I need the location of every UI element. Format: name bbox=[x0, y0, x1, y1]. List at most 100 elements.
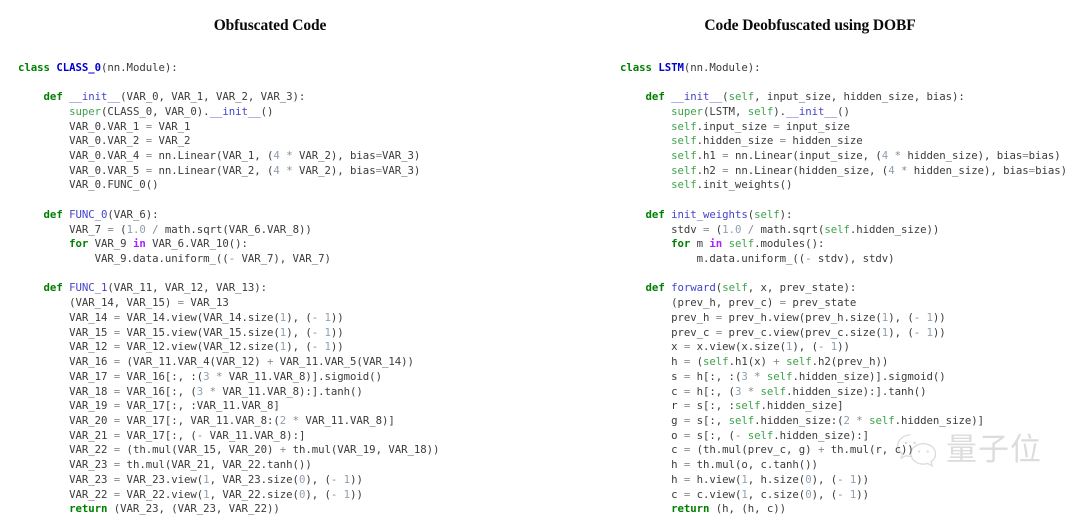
code-token: s bbox=[620, 369, 684, 383]
code-line: VAR_0.FUNC_0() bbox=[18, 178, 439, 193]
code-token: VAR_9.data.uniform_(( bbox=[18, 252, 229, 266]
code-line: self.h2 = nn.Linear(hidden_size, (4 * hi… bbox=[620, 164, 1067, 179]
code-token: )) bbox=[330, 310, 344, 324]
code-token: (th.mul(prev_c, g) bbox=[690, 443, 818, 457]
code-token: c bbox=[620, 443, 684, 457]
code-token: th.mul(VAR_19, VAR_18)) bbox=[286, 443, 440, 457]
code-line: VAR_12 = VAR_12.view(VAR_12.size(1), (- … bbox=[18, 340, 439, 355]
code-token: bias) bbox=[1035, 163, 1067, 177]
code-token: .hidden_size):] bbox=[773, 428, 870, 442]
code-line: VAR_21 = VAR_17[:, (- VAR_11.VAR_8):] bbox=[18, 429, 439, 444]
code-token: VAR_22.view( bbox=[120, 487, 204, 501]
code-token: def bbox=[43, 207, 70, 221]
code-token: self bbox=[671, 178, 697, 192]
code-token: self bbox=[728, 237, 755, 251]
code-token: VAR_7), VAR_7) bbox=[235, 252, 331, 266]
code-token: .h1 bbox=[696, 149, 723, 162]
code-token: h bbox=[620, 472, 684, 486]
panel-title-deobfuscated: Code Deobfuscated using DOBF bbox=[704, 17, 916, 34]
code-token: VAR_17 bbox=[18, 369, 114, 383]
code-token: VAR_11.VAR_8):].tanh() bbox=[215, 384, 363, 398]
code-line: stdv = (1.0 / math.sqrt(self.hidden_size… bbox=[620, 223, 1067, 238]
code-token: VAR_11.VAR_8)] bbox=[298, 413, 395, 427]
code-token: class bbox=[18, 60, 57, 74]
code-token: prev_state bbox=[786, 296, 857, 310]
code-token: __init__ bbox=[69, 90, 121, 104]
code-token: VAR_11.VAR_5(VAR_14)) bbox=[273, 355, 414, 369]
code-token: VAR_12 bbox=[18, 340, 114, 354]
code-line: h = h.view(1, h.size(0), (- 1)) bbox=[620, 473, 1067, 488]
code-token: VAR_2), bias bbox=[292, 149, 376, 162]
code-token: VAR_3) bbox=[381, 149, 421, 162]
code-token: m bbox=[690, 237, 710, 251]
code-token: VAR_17[:, ( bbox=[120, 428, 197, 442]
code-token: init_weights bbox=[671, 207, 748, 221]
code-token: return bbox=[671, 502, 710, 516]
code-line: h = th.mul(o, c.tanh()) bbox=[620, 458, 1067, 473]
code-line: super(LSTM, self).__init__() bbox=[620, 105, 1067, 120]
code-token: self bbox=[671, 119, 697, 133]
code-token: 1.0 bbox=[126, 222, 146, 236]
code-line: (VAR_14, VAR_15) = VAR_13 bbox=[18, 296, 439, 311]
code-token: self bbox=[747, 428, 774, 442]
code-token: for bbox=[671, 237, 691, 251]
code-token: self bbox=[703, 355, 729, 369]
code-token: hidden_size), bias bbox=[907, 163, 1029, 177]
code-line: VAR_0.VAR_5 = nn.Linear(VAR_2, (4 * VAR_… bbox=[18, 164, 439, 179]
code-line: return (VAR_23, (VAR_23, VAR_22)) bbox=[18, 502, 439, 517]
code-token: self bbox=[824, 222, 850, 236]
code-token: VAR_3) bbox=[381, 163, 421, 177]
code-line: VAR_17 = VAR_16[:, :(3 * VAR_11.VAR_8)].… bbox=[18, 370, 439, 385]
code-token: VAR_9 bbox=[88, 237, 133, 251]
code-token: c.view( bbox=[690, 487, 742, 501]
code-line: super(CLASS_0, VAR_0).__init__() bbox=[18, 105, 439, 120]
code-token: hidden_size), bias bbox=[900, 149, 1023, 162]
code-token: self bbox=[760, 384, 787, 398]
code-line: self.h1 = nn.Linear(input_size, (4 * hid… bbox=[620, 149, 1067, 164]
code-token: )) bbox=[932, 325, 946, 339]
code-token: , input_size, hidden_size, bias): bbox=[754, 90, 965, 104]
code-token: VAR_17[:, VAR_11.VAR_8:( bbox=[120, 413, 280, 427]
code-token: VAR_1 bbox=[152, 119, 191, 133]
code-token: (VAR_11, VAR_12, VAR_13): bbox=[107, 281, 268, 295]
code-line: VAR_18 = VAR_16[:, (3 * VAR_11.VAR_8):].… bbox=[18, 385, 439, 400]
code-line: VAR_23 = th.mul(VAR_21, VAR_22.tanh()) bbox=[18, 458, 439, 473]
code-token: nn.Linear(input_size, ( bbox=[728, 149, 882, 162]
code-line: h = (self.h1(x) + self.h2(prev_h)) bbox=[620, 355, 1067, 370]
code-token: stdv bbox=[620, 222, 703, 236]
code-token: .hidden_size:( bbox=[754, 413, 844, 427]
code-token: ), ( bbox=[286, 310, 312, 324]
code-token: s[:, : bbox=[690, 399, 735, 413]
code-line: VAR_22 = VAR_22.view(1, VAR_22.size(0), … bbox=[18, 488, 439, 503]
code-token: (VAR_11.VAR_4(VAR_12) bbox=[120, 355, 268, 369]
code-line: VAR_0.VAR_1 = VAR_1 bbox=[18, 120, 439, 135]
code-token: (th.mul(VAR_15, VAR_20) bbox=[120, 443, 280, 457]
code-token: self bbox=[722, 281, 748, 295]
code-token: )) bbox=[330, 325, 344, 339]
code-token: prev_c.view(prev_c.size( bbox=[722, 325, 882, 339]
code-token: nn.Linear(VAR_1, ( bbox=[152, 149, 274, 162]
code-line: def FUNC_1(VAR_11, VAR_12, VAR_13): bbox=[18, 281, 439, 296]
code-token: th.mul(o, c.tanh()) bbox=[690, 458, 818, 472]
code-token: VAR_17[:, :VAR_11.VAR_8] bbox=[120, 399, 280, 413]
code-token: ), ( bbox=[305, 472, 331, 486]
code-token: o bbox=[620, 428, 684, 442]
code-line: for VAR_9 in VAR_6.VAR_10(): bbox=[18, 237, 439, 252]
code-line: for m in self.modules(): bbox=[620, 237, 1067, 252]
code-token: VAR_16[:, ( bbox=[120, 384, 197, 398]
code-token: forward bbox=[671, 281, 716, 295]
code-token: ): bbox=[779, 207, 793, 221]
panel-deobfuscated: Code Deobfuscated using DOBF class LSTM(… bbox=[540, 0, 1080, 520]
code-token: for bbox=[69, 237, 89, 251]
code-token: VAR_16 bbox=[18, 355, 114, 369]
code-line: VAR_19 = VAR_17[:, :VAR_11.VAR_8] bbox=[18, 399, 439, 414]
code-token: h bbox=[620, 458, 684, 472]
code-line: self.hidden_size = hidden_size bbox=[620, 134, 1067, 149]
